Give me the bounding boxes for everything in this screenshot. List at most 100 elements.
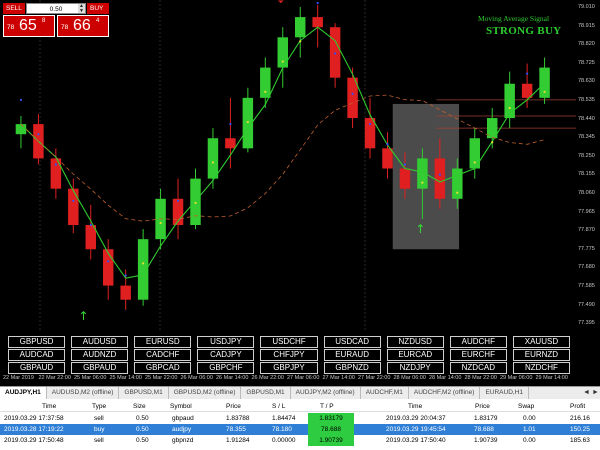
symbol-button[interactable]: USDCHF [260, 336, 318, 348]
tab-scroll-left-icon[interactable]: ◄ [582, 387, 591, 399]
chart-tab[interactable]: GBPUSD,M1 [241, 387, 291, 399]
symbol-button[interactable]: GBPJPY [260, 362, 318, 374]
col-close-time[interactable]: Time [408, 401, 422, 412]
cell-profit: 185.63 [570, 437, 590, 444]
symbol-button[interactable]: NZDUSD [386, 336, 444, 348]
symbol-button[interactable]: EURCHF [449, 349, 507, 361]
trail-dot [37, 133, 40, 136]
symbol-button[interactable]: USDJPY [197, 336, 255, 348]
chart-tab[interactable]: AUDCHF,M2 (offline) [409, 387, 481, 399]
chart-tab[interactable]: AUDJPY,H1 [0, 387, 47, 399]
candle-body [294, 17, 306, 38]
col-type[interactable]: Type [92, 401, 106, 412]
table-row[interactable]: 2019.03.29 17:50:48 sell 0.50 gbpnzd 1.91284… [0, 435, 600, 446]
symbol-button[interactable]: USDCAD [323, 336, 381, 348]
table-row[interactable]: 2019.03.28 17:19:22 buy 0.50 audjpy 78.355 78… [0, 424, 600, 435]
trail-dot [72, 199, 75, 202]
chart-tab[interactable]: GBPUSD,M1 [119, 387, 169, 399]
trail-dot [334, 52, 337, 55]
trail-dot [176, 199, 180, 202]
col-profit[interactable]: Profit [570, 401, 585, 412]
symbol-button[interactable]: AUDCAD [8, 349, 66, 361]
cell-symbol: audjpy [172, 426, 192, 433]
symbol-button[interactable]: GBPAUD [8, 362, 66, 374]
chart-tab[interactable]: GBPUSD,M2 (offline) [169, 387, 242, 399]
chart-tab[interactable]: AUDJPY,M2 (offline) [291, 387, 361, 399]
trail-dot [508, 106, 511, 110]
time-tick-label: 27 Mar 22:00 [358, 375, 391, 381]
chart-tab[interactable]: EURAUD,H1 [480, 387, 530, 399]
price-tick-label: 77.870 [578, 227, 595, 234]
lot-spinner[interactable]: ▲ ▼ [78, 4, 85, 13]
col-close-price[interactable]: Price [475, 401, 490, 412]
symbol-button[interactable]: AUDNZD [71, 349, 129, 361]
candle-body [260, 67, 271, 98]
time-tick-label: 25 Mar 22:00 [145, 375, 178, 381]
time-tick-label: 29 Mar 14:00 [535, 375, 568, 381]
symbol-button[interactable]: GBPNZD [323, 362, 381, 374]
price-tick-label: 78.440 [578, 115, 595, 122]
symbol-button[interactable]: GBPUSD [8, 336, 66, 348]
time-tick-label: 26 Mar 14:00 [216, 375, 249, 381]
trail-dot [281, 60, 284, 63]
chart-tab[interactable]: AUDUSD,M2 (offline) [47, 387, 120, 399]
table-row[interactable]: 2019.03.29 17:37:58 sell 0.50 gbpaud 1.83788… [0, 413, 600, 424]
buy-quote-prefix: 78 [61, 24, 69, 31]
sell-quote-pip: 8 [42, 18, 46, 24]
trail-dot [456, 191, 459, 194]
cell-tp: 78.688 [308, 424, 354, 435]
candle-body [15, 124, 27, 135]
col-time[interactable]: Time [42, 401, 56, 412]
buy-quote[interactable]: 78 66 4 [57, 15, 109, 37]
symbol-button[interactable]: XAUUSD [512, 336, 570, 348]
symbol-button[interactable]: GBPCAD [134, 362, 192, 374]
price-tick-label: 77.395 [578, 320, 595, 327]
time-tick-label: 29 Mar 06:00 [500, 375, 533, 381]
candle-body [225, 138, 236, 149]
trail-dot [194, 201, 197, 204]
sell-quote-main: 65 [19, 17, 37, 34]
symbol-button[interactable]: NZDJPY [386, 362, 444, 374]
symbol-button[interactable]: CHFJPY [260, 349, 318, 361]
cell-time2: 2019.03.29 17:50:40 [386, 437, 446, 444]
col-size[interactable]: Size [133, 401, 146, 412]
chart-tab[interactable]: AUDCHF,M1 [361, 387, 409, 399]
symbol-button[interactable]: GBPAUD [71, 362, 129, 374]
buy-button[interactable]: BUY [87, 3, 109, 14]
symbol-button[interactable]: NZDCAD [449, 362, 507, 374]
symbol-button[interactable]: EURNZD [512, 349, 570, 361]
symbol-button[interactable]: GBPCHF [197, 362, 255, 374]
tab-scroll-right-icon[interactable]: ► [591, 387, 600, 399]
symbol-button[interactable]: CADCHF [134, 349, 192, 361]
cell-sl: 78.180 [272, 426, 292, 433]
lot-size-input[interactable]: 0.50 ▲ ▼ [26, 3, 86, 14]
trail-dot [264, 90, 267, 93]
candle-body [399, 168, 411, 189]
trail-dot [491, 141, 494, 144]
time-tick-label: 26 Mar 06:00 [180, 375, 213, 381]
symbol-button[interactable]: NZDCHF [512, 362, 570, 374]
col-price[interactable]: Price [226, 401, 241, 412]
symbol-button[interactable]: EURUSD [134, 336, 192, 348]
symbol-button[interactable]: AUDUSD [71, 336, 129, 348]
candle-body [452, 168, 463, 199]
cell-time: 2019.03.29 17:37:58 [4, 415, 64, 422]
price-tick-label: 77.680 [578, 264, 595, 271]
sell-quote[interactable]: 78 65 8 [3, 15, 55, 37]
price-tick-label: 78.915 [578, 22, 595, 29]
symbol-button[interactable]: AUDCHF [449, 336, 507, 348]
cell-profit: 150.25 [570, 426, 590, 433]
sell-button[interactable]: SELL [3, 3, 25, 14]
col-tp[interactable]: T / P [320, 401, 334, 412]
col-swap[interactable]: Swap [518, 401, 534, 412]
trail-dot [526, 72, 529, 75]
price-tick-label: 78.155 [578, 171, 595, 178]
col-symbol[interactable]: Symbol [170, 401, 192, 412]
symbol-button[interactable]: CADJPY [197, 349, 255, 361]
trail-dot [54, 163, 57, 166]
symbol-button[interactable]: EURCAD [386, 349, 444, 361]
col-sl[interactable]: S / L [272, 401, 285, 412]
time-tick-label: 22 Mar 22:00 [38, 375, 71, 381]
symbol-button[interactable]: EURAUD [323, 349, 381, 361]
price-chart[interactable]: ↑ ↑ ↓ 79.010 78.915 78.820 78.725 78.630 78.535… [0, 0, 600, 385]
